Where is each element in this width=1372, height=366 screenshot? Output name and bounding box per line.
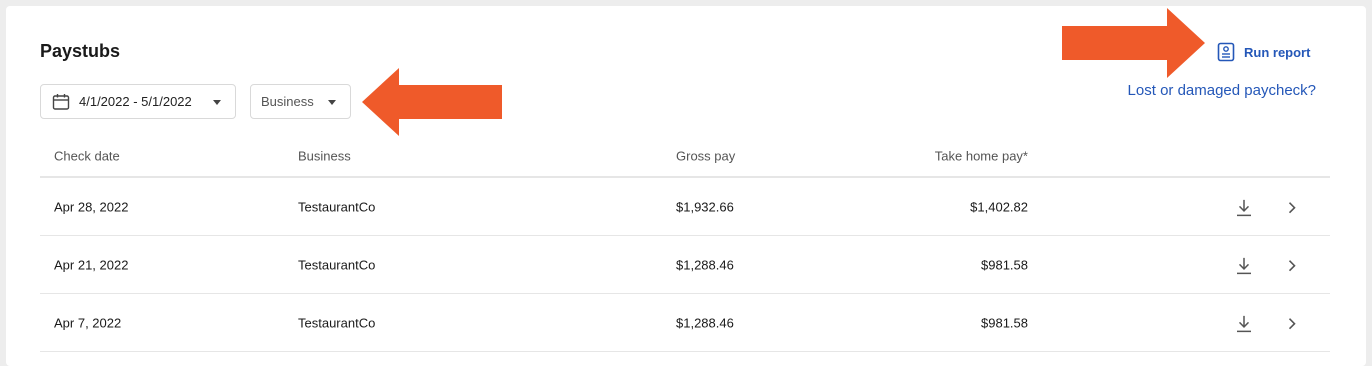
annotation-arrow (362, 68, 502, 136)
take-home-pay: $1,402.82 (970, 199, 1028, 214)
table-row[interactable]: Apr 28, 2022 TestaurantCo $1,932.66 $1,4… (40, 178, 1330, 236)
check-date: Apr 21, 2022 (54, 257, 129, 272)
business-name: TestaurantCo (298, 199, 376, 214)
header-business[interactable]: Business (298, 149, 351, 164)
check-date: Apr 28, 2022 (54, 199, 129, 214)
header-gross-pay[interactable]: Gross pay (676, 149, 735, 164)
table-header: Check date Business Gross pay Take home … (40, 136, 1330, 178)
date-range-value: 4/1/2022 - 5/1/2022 (79, 94, 192, 109)
download-icon[interactable] (1236, 198, 1252, 216)
table-row[interactable]: Apr 7, 2022 TestaurantCo $1,288.46 $981.… (40, 294, 1330, 352)
page-title: Paystubs (40, 41, 121, 61)
download-icon[interactable] (1236, 256, 1252, 274)
table-row[interactable]: Apr 21, 2022 TestaurantCo $1,288.46 $981… (40, 236, 1330, 294)
check-date: Apr 7, 2022 (54, 315, 122, 330)
annotation-arrow (1062, 8, 1205, 78)
date-range-filter[interactable]: 4/1/2022 - 5/1/2022 (40, 84, 236, 119)
gross-pay: $1,288.46 (676, 257, 734, 272)
download-icon[interactable] (1236, 314, 1252, 332)
business-filter[interactable]: Business (250, 84, 351, 119)
header-take-home-pay[interactable]: Take home pay* (935, 149, 1028, 164)
calendar-icon (52, 93, 70, 110)
gross-pay: $1,288.46 (676, 315, 734, 330)
report-icon (1217, 42, 1235, 62)
run-report-label: Run report (1244, 44, 1311, 60)
lost-paycheck-link[interactable]: Lost or damaged paycheck? (1128, 82, 1316, 99)
business-name: TestaurantCo (298, 257, 376, 272)
caret-down-icon (328, 100, 336, 105)
take-home-pay: $981.58 (981, 315, 1028, 330)
business-name: TestaurantCo (298, 315, 376, 330)
paystubs-table: Check date Business Gross pay Take home … (40, 136, 1330, 352)
chevron-right-icon[interactable] (1287, 316, 1297, 330)
gross-pay: $1,932.66 (676, 199, 734, 214)
caret-down-icon (213, 100, 221, 105)
chevron-right-icon[interactable] (1287, 200, 1297, 214)
header-check-date[interactable]: Check date (54, 149, 120, 164)
take-home-pay: $981.58 (981, 257, 1028, 272)
chevron-right-icon[interactable] (1287, 258, 1297, 272)
business-filter-value: Business (261, 94, 314, 109)
run-report-button[interactable]: Run report (1217, 42, 1310, 62)
